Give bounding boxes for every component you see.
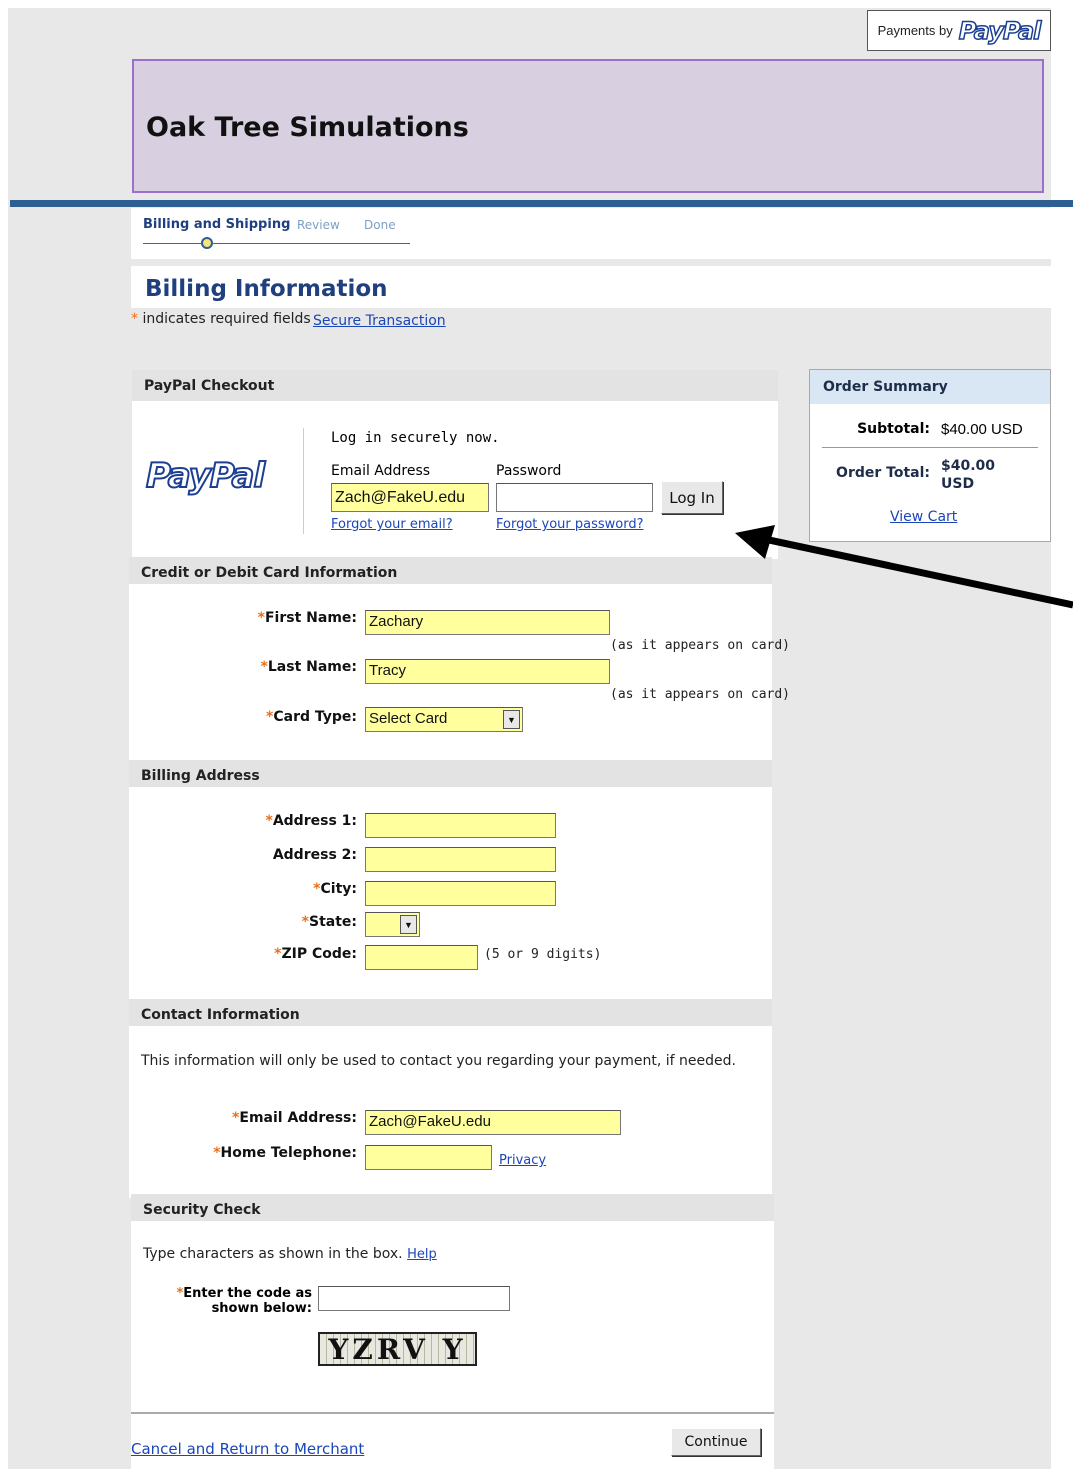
card-type-select[interactable]: Select Card ▼ [365,707,523,732]
login-email-input[interactable]: Zach@FakeU.edu [331,483,489,512]
city-input[interactable] [365,881,556,906]
subtotal-label: Subtotal: [857,421,930,437]
city-label: *City: [313,881,357,897]
dropdown-arrow-icon[interactable]: ▼ [400,915,417,934]
home-telephone-label: *Home Telephone: [213,1145,357,1161]
forgot-password-link[interactable]: Forgot your password? [496,517,644,532]
steps-progress-line [143,243,410,244]
captcha-code-label: *Enter the code as shown below: [176,1286,312,1316]
zip-label: *ZIP Code: [274,946,357,962]
page-title: Billing Information [145,276,388,302]
payments-by-paypal-badge: Payments by PayPal [867,10,1051,51]
first-name-input[interactable]: Zachary [365,610,610,635]
privacy-link[interactable]: Privacy [499,1153,546,1168]
address1-label: *Address 1: [265,813,358,829]
card-type-label: *Card Type: [266,709,357,725]
order-summary-header: Order Summary [810,370,1050,404]
order-summary-divider [822,447,1038,448]
card-type-value: Select Card [369,710,448,727]
order-total-value: $40.00 USD [941,458,996,492]
log-in-button[interactable]: Log In [661,481,723,514]
paypal-logo-icon: PayPal [958,16,1042,46]
paypal-logo-icon: PayPal [145,455,266,497]
last-name-hint: (as it appears on card) [610,687,791,702]
pointer-arrow-icon [735,525,1073,609]
home-telephone-input[interactable] [365,1145,492,1170]
view-cart-link[interactable]: View Cart [890,509,957,525]
login-intro: Log in securely now. [331,430,500,446]
help-link[interactable]: Help [407,1247,437,1262]
login-password-input[interactable] [496,483,653,512]
contact-note: This information will only be used to co… [141,1053,736,1069]
required-note-text: indicates required fields [138,311,311,327]
email-label: Email Address [331,463,431,479]
last-name-input[interactable]: Tracy [365,659,610,684]
checkout-divider [303,428,304,534]
captcha-instruction: Type characters as shown in the box. Hel… [143,1246,437,1262]
order-total-label: Order Total: [836,465,930,481]
continue-button[interactable]: Continue [671,1428,761,1456]
contact-email-label: *Email Address: [232,1110,357,1126]
step-done: Done [364,218,396,232]
captcha-image: YZRV Y [318,1332,477,1366]
address2-input[interactable] [365,847,556,872]
zip-hint: (5 or 9 digits) [484,947,602,962]
state-select[interactable]: ▼ [365,912,420,937]
secure-transaction-link[interactable]: Secure Transaction [313,313,446,329]
state-label: *State: [301,914,357,930]
first-name-label: *First Name: [257,610,357,626]
current-step-marker-icon [201,237,213,249]
required-star: * [131,311,138,327]
dropdown-arrow-icon[interactable]: ▼ [503,710,520,729]
header-divider [10,200,1073,207]
last-name-label: *Last Name: [260,659,357,675]
contact-email-input[interactable]: Zach@FakeU.edu [365,1110,621,1135]
first-name-hint: (as it appears on card) [610,638,791,653]
checkout-steps [131,208,1051,259]
badge-prefix: Payments by [877,23,953,38]
password-label: Password [496,463,562,479]
merchant-name: Oak Tree Simulations [146,112,469,143]
address1-input[interactable] [365,813,556,838]
required-fields-note: * indicates required fields [131,311,311,327]
zip-input[interactable] [365,945,478,970]
forgot-email-link[interactable]: Forgot your email? [331,517,453,532]
paypal-checkout-header: PayPal Checkout [132,370,778,401]
subtotal-value: $40.00 USD [941,421,1023,438]
cancel-return-link[interactable]: Cancel and Return to Merchant [131,1440,364,1458]
address2-label: Address 2: [272,847,357,863]
step-review: Review [297,218,340,232]
captcha-code-input[interactable] [318,1286,510,1311]
step-billing-and-shipping: Billing and Shipping [143,217,291,232]
